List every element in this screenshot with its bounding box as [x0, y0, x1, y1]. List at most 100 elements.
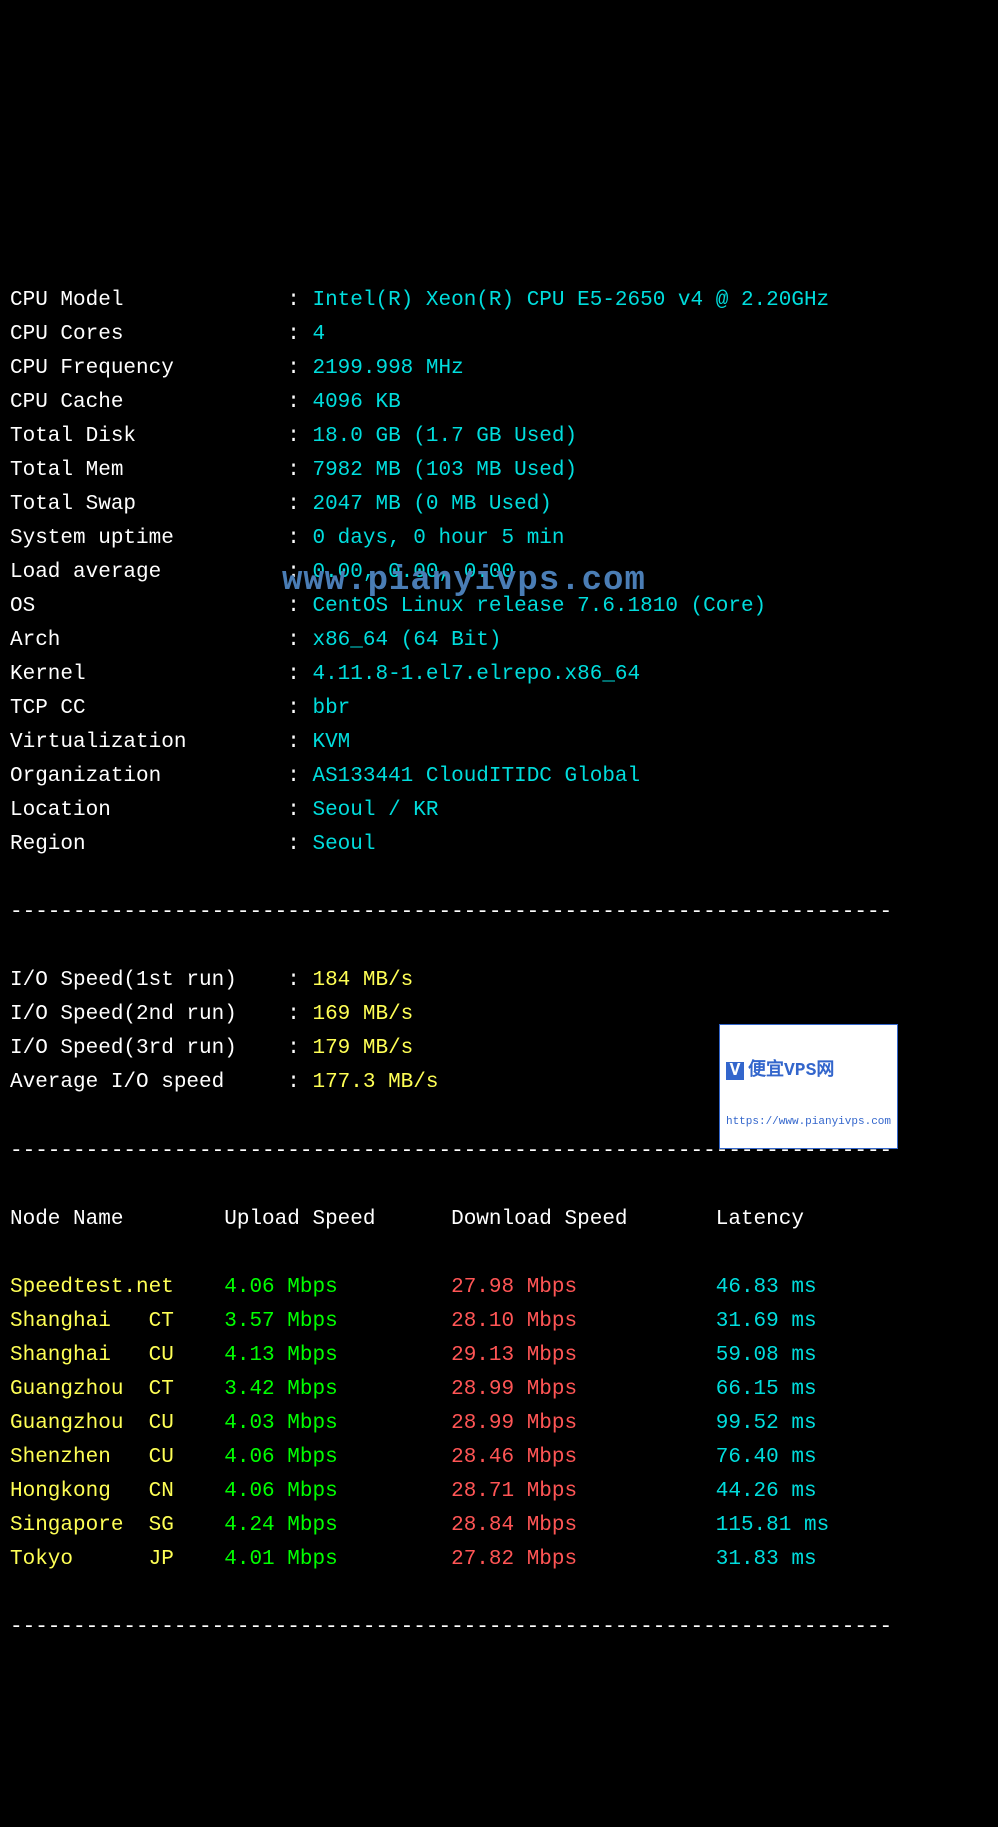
speedtest-download: 28.10 Mbps [451, 1310, 716, 1333]
colon: : [262, 1071, 312, 1094]
colon: : [262, 425, 312, 448]
speedtest-upload: 3.57 Mbps [224, 1310, 451, 1333]
speedtest-node: Guangzhou CT [10, 1378, 224, 1401]
iospeed-row: I/O Speed(1st run) : 184 MB/s [10, 964, 988, 998]
speedtest-row: Speedtest.net 4.06 Mbps 27.98 Mbps 46.83… [10, 1271, 988, 1305]
speedtest-upload: 4.06 Mbps [224, 1446, 451, 1469]
sysinfo-label: Total Disk [10, 425, 262, 448]
sysinfo-row: Arch : x86_64 (64 Bit) [10, 624, 988, 658]
sysinfo-row: Kernel : 4.11.8-1.el7.elrepo.x86_64 [10, 658, 988, 692]
speedtest-node: Shenzhen CU [10, 1446, 224, 1469]
badge-url: https://www.pianyivps.com [726, 1116, 891, 1129]
sysinfo-value: 18.0 GB (1.7 GB Used) [312, 425, 577, 448]
sysinfo-value: 7982 MB (103 MB Used) [312, 459, 577, 482]
sysinfo-label: OS [10, 595, 262, 618]
colon: : [262, 459, 312, 482]
watermark: www.pianyivps.com [282, 554, 646, 609]
sysinfo-value: AS133441 CloudITIDC Global [312, 765, 640, 788]
iospeed-value: 177.3 MB/s [312, 1071, 438, 1094]
speedtest-upload: 4.13 Mbps [224, 1344, 451, 1367]
speedtest-header-row: Node Name Upload Speed Download Speed La… [10, 1203, 988, 1237]
speedtest-row: Hongkong CN 4.06 Mbps 28.71 Mbps 44.26 m… [10, 1475, 988, 1509]
speedtest-latency: 31.69 ms [716, 1310, 817, 1333]
colon: : [262, 1003, 312, 1026]
sysinfo-value: 2047 MB (0 MB Used) [312, 493, 551, 516]
divider: ----------------------------------------… [10, 1611, 988, 1645]
speedtest-latency: 99.52 ms [716, 1412, 817, 1435]
sysinfo-label: Organization [10, 765, 262, 788]
sysinfo-value: 0 days, 0 hour 5 min [312, 527, 564, 550]
sysinfo-label: TCP CC [10, 697, 262, 720]
sysinfo-row: Virtualization : KVM [10, 726, 988, 760]
colon: : [262, 833, 312, 856]
sysinfo-value: Seoul [312, 833, 375, 856]
sysinfo-row: CPU Frequency : 2199.998 MHz [10, 352, 988, 386]
speedtest-download: 28.99 Mbps [451, 1378, 716, 1401]
iospeed-label: I/O Speed(3rd run) [10, 1037, 262, 1060]
sysinfo-row: Location : Seoul / KR [10, 794, 988, 828]
speedtest-node: Guangzhou CU [10, 1412, 224, 1435]
speedtest-upload: 4.01 Mbps [224, 1548, 451, 1571]
speedtest-upload: 4.24 Mbps [224, 1514, 451, 1537]
speedtest-upload: 4.06 Mbps [224, 1276, 451, 1299]
badge: V便宜VPS网 https://www.pianyivps.com [719, 1024, 898, 1149]
sysinfo-row: CPU Cache : 4096 KB [10, 386, 988, 420]
speedtest-download: 28.46 Mbps [451, 1446, 716, 1469]
iospeed-label: I/O Speed(1st run) [10, 969, 262, 992]
sysinfo-row: Total Mem : 7982 MB (103 MB Used) [10, 454, 988, 488]
sysinfo-label: CPU Cores [10, 323, 262, 346]
colon: : [262, 731, 312, 754]
sysinfo-label: Region [10, 833, 262, 856]
sysinfo-value: 4 [312, 323, 325, 346]
speedtest-download: 28.84 Mbps [451, 1514, 716, 1537]
colon: : [262, 663, 312, 686]
divider: ----------------------------------------… [10, 896, 988, 930]
speedtest-latency: 46.83 ms [716, 1276, 817, 1299]
sysinfo-label: Location [10, 799, 262, 822]
speedtest-row: Guangzhou CU 4.03 Mbps 28.99 Mbps 99.52 … [10, 1407, 988, 1441]
iospeed-value: 179 MB/s [312, 1037, 413, 1060]
header-node: Node Name [10, 1208, 224, 1231]
speedtest-latency: 59.08 ms [716, 1344, 817, 1367]
sysinfo-label: System uptime [10, 527, 262, 550]
speedtest-download: 27.82 Mbps [451, 1548, 716, 1571]
speedtest-node: Shanghai CU [10, 1344, 224, 1367]
colon: : [262, 969, 312, 992]
sysinfo-row: CPU Model : Intel(R) Xeon(R) CPU E5-2650… [10, 284, 988, 318]
speedtest-latency: 44.26 ms [716, 1480, 817, 1503]
colon: : [262, 527, 312, 550]
colon: : [262, 323, 312, 346]
speedtest-row: Shenzhen CU 4.06 Mbps 28.46 Mbps 76.40 m… [10, 1441, 988, 1475]
sysinfo-value: x86_64 (64 Bit) [312, 629, 501, 652]
colon: : [262, 697, 312, 720]
speedtest-row: Shanghai CU 4.13 Mbps 29.13 Mbps 59.08 m… [10, 1339, 988, 1373]
iospeed-label: Average I/O speed [10, 1071, 262, 1094]
speedtest-node: Hongkong CN [10, 1480, 224, 1503]
sysinfo-row: Total Swap : 2047 MB (0 MB Used) [10, 488, 988, 522]
iospeed-label: I/O Speed(2nd run) [10, 1003, 262, 1026]
badge-icon: V [726, 1062, 744, 1080]
sysinfo-row: Total Disk : 18.0 GB (1.7 GB Used) [10, 420, 988, 454]
sysinfo-row: CPU Cores : 4 [10, 318, 988, 352]
speedtest-node: Speedtest.net [10, 1276, 224, 1299]
header-download: Download Speed [451, 1208, 716, 1231]
header-upload: Upload Speed [224, 1208, 451, 1231]
sysinfo-value: 4096 KB [312, 391, 400, 414]
speedtest-node: Shanghai CT [10, 1310, 224, 1333]
speedtest-upload: 3.42 Mbps [224, 1378, 451, 1401]
speedtest-download: 28.71 Mbps [451, 1480, 716, 1503]
badge-text: 便宜VPS网 [748, 1061, 834, 1081]
sysinfo-label: CPU Frequency [10, 357, 262, 380]
speedtest-upload: 4.03 Mbps [224, 1412, 451, 1435]
colon: : [262, 799, 312, 822]
colon: : [262, 357, 312, 380]
sysinfo-label: Total Swap [10, 493, 262, 516]
sysinfo-value: 4.11.8-1.el7.elrepo.x86_64 [312, 663, 640, 686]
sysinfo-value: 2199.998 MHz [312, 357, 463, 380]
speedtest-latency: 76.40 ms [716, 1446, 817, 1469]
speedtest-node: Singapore SG [10, 1514, 224, 1537]
sysinfo-row: System uptime : 0 days, 0 hour 5 min [10, 522, 988, 556]
speedtest-upload: 4.06 Mbps [224, 1480, 451, 1503]
sysinfo-label: Virtualization [10, 731, 262, 754]
speedtest-block: Speedtest.net 4.06 Mbps 27.98 Mbps 46.83… [10, 1271, 988, 1577]
